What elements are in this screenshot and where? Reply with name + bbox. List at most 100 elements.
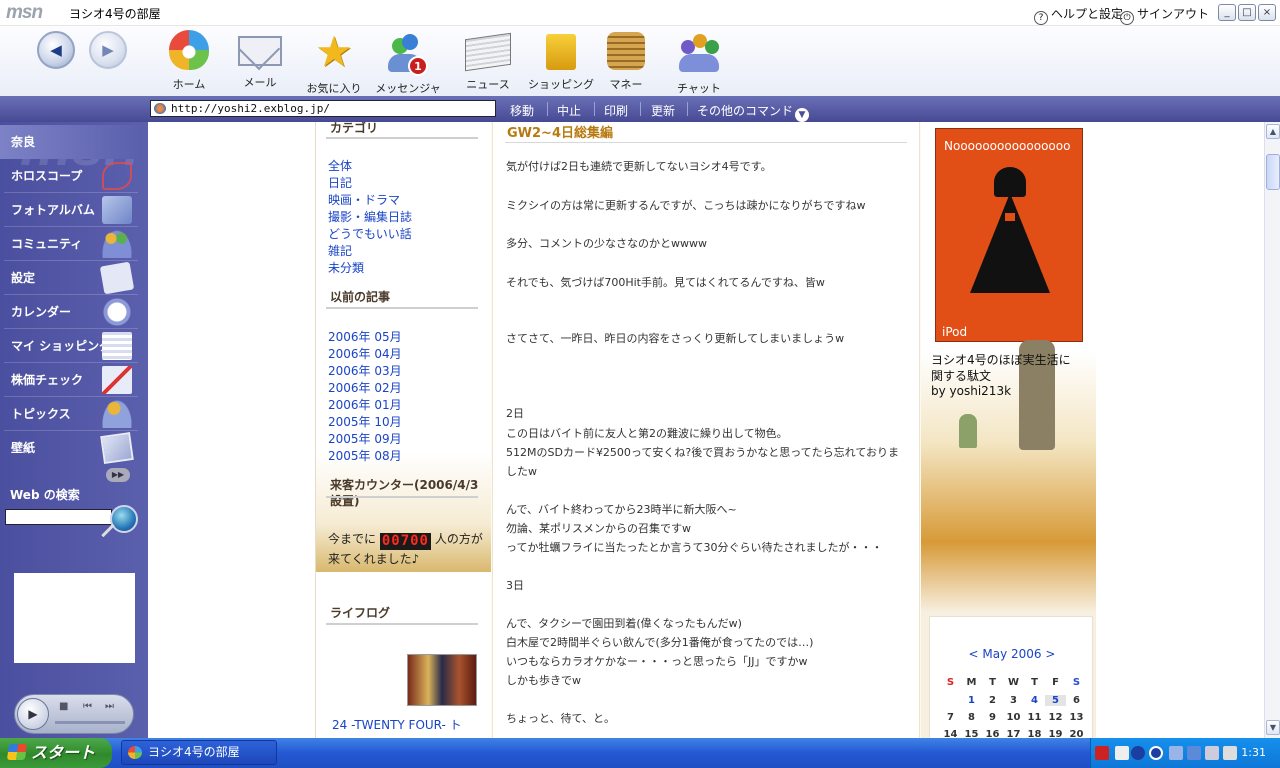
archive-link[interactable]: 2006年 01月: [328, 396, 402, 413]
category-link[interactable]: 全体: [328, 157, 352, 174]
tray-app-icon[interactable]: [1095, 746, 1109, 760]
play-button[interactable]: ▶: [17, 698, 49, 730]
article-title[interactable]: GW2~4日総集編: [507, 122, 613, 141]
archive-link[interactable]: 2006年 02月: [328, 379, 402, 396]
weekday-label: W: [1007, 677, 1020, 688]
go-button[interactable]: 移動: [510, 102, 534, 119]
title-bar: msn ヨシオ4号の部屋 ? ヘルプと設定 ⏻ サインアウト _ □ ×: [0, 0, 1280, 26]
calendar-day-today[interactable]: 5: [1045, 695, 1066, 706]
web-search-input[interactable]: [5, 509, 112, 525]
sidebar-item-nara[interactable]: 奈良: [0, 125, 140, 159]
archive-link[interactable]: 2005年 09月: [328, 430, 402, 447]
wallpaper-icon: [100, 432, 134, 464]
blog-author[interactable]: by yoshi213k: [931, 384, 1011, 398]
next-icon[interactable]: ⏭: [105, 701, 114, 712]
toolbar-news[interactable]: ニュース: [450, 26, 526, 92]
article-paragraph: いつもならカラオケかなー・・・っと思ったら「JJ」ですかw: [506, 655, 808, 668]
vertical-scrollbar[interactable]: ▲ ▼: [1264, 122, 1280, 738]
calendar-prev-link[interactable]: <: [969, 647, 979, 661]
help-settings-link[interactable]: ? ヘルプと設定: [1034, 5, 1123, 25]
ipod-logo: iPod: [942, 325, 968, 339]
address-url: http://yoshi2.exblog.jp/: [171, 102, 330, 115]
sidebar-item-label: フォトアルバム: [11, 203, 95, 217]
stop-icon[interactable]: ■: [59, 701, 68, 712]
archive-link[interactable]: 2005年 08月: [328, 447, 402, 464]
more-commands-button[interactable]: その他のコマンド ▼: [697, 102, 810, 122]
toolbar-chat[interactable]: チャット: [661, 26, 737, 96]
article-paragraph: んで、バイト終わってから23時半に新大阪へ~: [506, 503, 737, 516]
lifelog-cover-image[interactable]: [407, 654, 477, 706]
tray-arrow-icon[interactable]: [1131, 746, 1145, 760]
sidebar-item-stock-check[interactable]: 株価チェック: [0, 363, 140, 397]
address-bar: http://yoshi2.exblog.jp/ 移動 中止 印刷 更新 その他…: [0, 96, 1280, 122]
tray-display-icon[interactable]: [1187, 746, 1201, 760]
power-icon: ⏻: [1120, 11, 1134, 25]
minimize-button[interactable]: _: [1218, 4, 1236, 21]
command-divider: [547, 102, 548, 116]
expand-button[interactable]: ▶▶: [106, 468, 130, 482]
sidebar-item-wallpaper[interactable]: 壁紙: [0, 431, 140, 465]
calendar-day[interactable]: 1: [961, 695, 982, 706]
tray-ime-icon[interactable]: [1115, 746, 1129, 760]
print-button[interactable]: 印刷: [604, 102, 628, 119]
category-link[interactable]: 未分類: [328, 259, 364, 276]
scroll-up-icon[interactable]: ▲: [1266, 124, 1280, 139]
refresh-button[interactable]: 更新: [651, 102, 675, 119]
archive-link[interactable]: 2006年 04月: [328, 345, 402, 362]
archive-link[interactable]: 2005年 10月: [328, 413, 402, 430]
sidebar-item-horoscope[interactable]: ホロスコープ: [0, 159, 140, 193]
lifelog-header: ライフログ: [330, 606, 391, 620]
stop-button[interactable]: 中止: [557, 102, 581, 119]
forward-button[interactable]: ▶: [89, 31, 127, 69]
scroll-thumb[interactable]: [1266, 154, 1280, 190]
category-link[interactable]: 撮影・編集日誌: [328, 208, 412, 225]
visitor-counter: 今までに 00700 人の方が来てくれました♪: [328, 530, 488, 568]
sidebar-item-photo-album[interactable]: フォトアルバム: [0, 193, 140, 227]
sidebar-item-topics[interactable]: トピックス: [0, 397, 140, 431]
calendar-next-link[interactable]: >: [1045, 647, 1055, 661]
category-link[interactable]: 日記: [328, 174, 352, 191]
lifelog-link[interactable]: 24 -TWENTY FOUR- ト: [332, 716, 462, 733]
category-link[interactable]: 映画・ドラマ: [328, 191, 400, 208]
address-input[interactable]: http://yoshi2.exblog.jp/: [150, 100, 496, 117]
calendar-day: 10: [1006, 712, 1021, 723]
tray-messenger-icon[interactable]: [1205, 746, 1219, 760]
search-globe-icon[interactable]: [110, 505, 138, 533]
start-button[interactable]: スタート: [0, 738, 112, 768]
signout-label: サインアウト: [1137, 7, 1210, 21]
calendar-day[interactable]: 4: [1024, 695, 1045, 706]
toolbar-favorites[interactable]: ★ お気に入り: [296, 26, 372, 96]
article-paragraph: 多分、コメントの少なさなのかとwwww: [506, 237, 707, 250]
calendar-clock-icon: [102, 298, 132, 326]
windows-taskbar: スタート ヨシオ4号の部屋 1:31: [0, 738, 1280, 768]
sidebar-item-calendar[interactable]: カレンダー: [0, 295, 140, 329]
previous-icon[interactable]: ⏮: [83, 701, 92, 712]
category-link[interactable]: どうでもいい話: [328, 225, 412, 242]
taskbar-window-button[interactable]: ヨシオ4号の部屋: [121, 740, 277, 765]
signout-link[interactable]: ⏻ サインアウト: [1120, 5, 1209, 25]
toolbar-home[interactable]: ホーム: [151, 26, 227, 92]
archive-link[interactable]: 2006年 05月: [328, 328, 402, 345]
maximize-button[interactable]: □: [1238, 4, 1256, 21]
taskbar-window-label: ヨシオ4号の部屋: [148, 745, 240, 759]
tray-safely-remove-icon[interactable]: [1223, 746, 1237, 760]
scroll-down-icon[interactable]: ▼: [1266, 720, 1280, 735]
category-link[interactable]: 雑記: [328, 242, 352, 259]
ipod-poster-image: Noooooooooooooooo iPod: [935, 128, 1083, 342]
sidebar-item-settings[interactable]: 設定: [0, 261, 140, 295]
back-button[interactable]: ◀: [37, 31, 75, 69]
toolbar-money[interactable]: マネー: [588, 26, 664, 92]
volume-slider[interactable]: [55, 721, 125, 724]
toolbar-mail[interactable]: メール: [222, 26, 298, 90]
archive-link[interactable]: 2006年 03月: [328, 362, 402, 379]
tray-volume-icon[interactable]: [1169, 746, 1183, 760]
command-divider: [594, 102, 595, 116]
calendar-day: 6: [1073, 695, 1080, 706]
tray-network-icon[interactable]: [1149, 746, 1163, 760]
close-button[interactable]: ×: [1258, 4, 1276, 21]
sidebar-item-community[interactable]: コミュニティ: [0, 227, 140, 261]
archive-header: 以前の記事: [330, 290, 391, 304]
sidebar-item-my-shopping[interactable]: マイ ショッピング: [0, 329, 140, 363]
photo-album-icon: [102, 196, 132, 224]
blog-right-column: Noooooooooooooooo iPod ヨシオ4号のほぼ実生活に関する駄文…: [921, 122, 1096, 738]
